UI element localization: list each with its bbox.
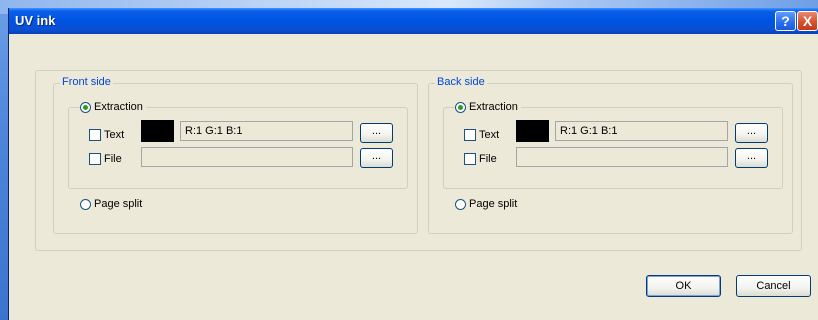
back-color-browse-button[interactable]: ...: [735, 123, 768, 143]
back-page-split-label: Page split: [469, 198, 518, 210]
front-file-field[interactable]: [141, 147, 353, 167]
front-side-group: Front side Extraction Text R:1 G:1 B:1 .…: [53, 76, 418, 234]
front-file-browse-button[interactable]: ...: [360, 148, 393, 168]
dialog-title: UV ink: [15, 13, 56, 28]
checkbox-icon: [464, 153, 476, 165]
back-extraction-radio[interactable]: Extraction: [455, 101, 521, 113]
front-color-swatch[interactable]: [141, 120, 174, 142]
checkbox-icon: [89, 153, 101, 165]
back-extraction-label: Extraction: [469, 101, 518, 113]
front-extraction-radio[interactable]: Extraction: [80, 101, 146, 113]
back-color-field: R:1 G:1 B:1: [555, 121, 728, 141]
checkbox-icon: [464, 129, 476, 141]
back-page-split-radio[interactable]: Page split: [455, 198, 521, 210]
ok-button[interactable]: OK: [646, 275, 721, 297]
front-color-field: R:1 G:1 B:1: [180, 121, 353, 141]
back-file-field[interactable]: [516, 147, 728, 167]
back-file-label: File: [479, 153, 497, 165]
back-text-checkbox[interactable]: Text: [464, 129, 499, 141]
back-file-browse-button[interactable]: ...: [735, 148, 768, 168]
back-file-checkbox[interactable]: File: [464, 153, 497, 165]
front-file-label: File: [104, 153, 122, 165]
front-page-split-radio[interactable]: Page split: [80, 198, 146, 210]
radio-unselected-icon: [455, 198, 466, 210]
front-side-legend: Front side: [60, 76, 113, 88]
front-text-checkbox[interactable]: Text: [89, 129, 124, 141]
front-page-split-label: Page split: [94, 198, 143, 210]
checkbox-icon: [89, 129, 101, 141]
uv-ink-dialog: UV ink ? X Front side Extraction Text R:…: [8, 8, 818, 320]
back-side-legend: Back side: [435, 76, 487, 88]
back-side-group: Back side Extraction Text R:1 G:1 B:1 ..…: [428, 76, 793, 234]
radio-unselected-icon: [80, 198, 91, 210]
back-text-label: Text: [479, 129, 500, 141]
front-file-checkbox[interactable]: File: [89, 153, 122, 165]
front-text-label: Text: [104, 129, 125, 141]
radio-selected-icon: [80, 101, 91, 113]
title-bar[interactable]: UV ink ? X: [9, 8, 818, 34]
close-button[interactable]: X: [797, 11, 818, 31]
radio-selected-icon: [455, 101, 466, 113]
front-color-browse-button[interactable]: ...: [360, 123, 393, 143]
back-color-swatch[interactable]: [516, 120, 549, 142]
cancel-button[interactable]: Cancel: [736, 275, 811, 297]
help-button[interactable]: ?: [775, 11, 796, 31]
front-extraction-label: Extraction: [94, 101, 143, 113]
